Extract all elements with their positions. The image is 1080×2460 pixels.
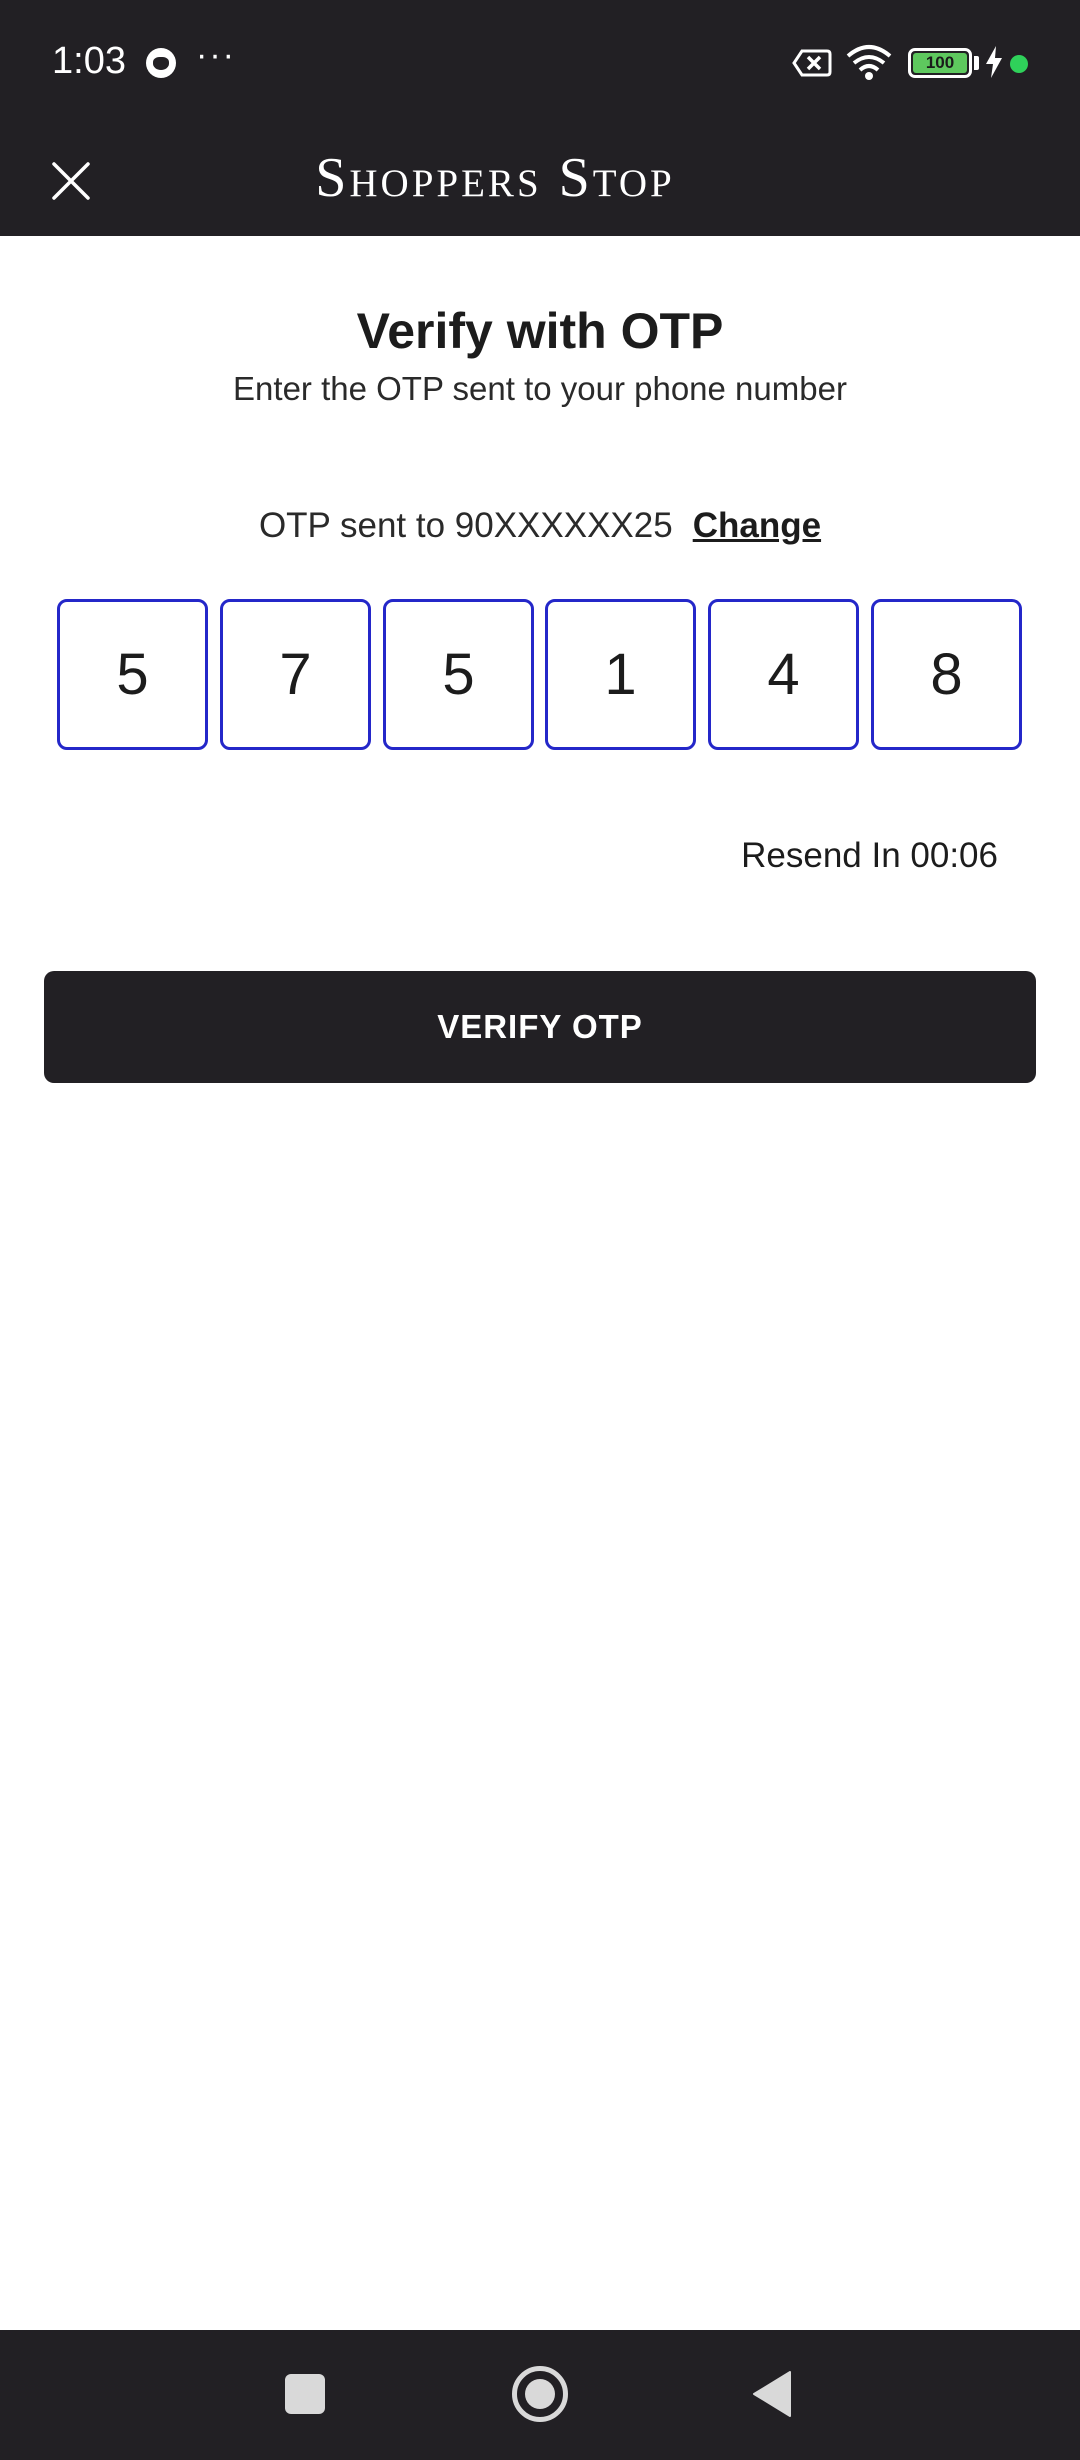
otp-sent-text: OTP sent to 90XXXXXX25: [258, 506, 673, 545]
wifi-icon: [846, 45, 892, 80]
cat-icon: [146, 48, 176, 78]
battery-level: 100: [913, 53, 967, 73]
change-number-link[interactable]: Change: [693, 506, 821, 545]
page-title: Verify with OTP: [356, 303, 724, 359]
resend-timer: Resend In 00:06: [741, 836, 998, 875]
battery-icon: 100: [908, 48, 972, 78]
charging-icon: [986, 46, 1002, 78]
verify-otp-button[interactable]: VERIFY OTP: [44, 971, 1036, 1083]
otp-digit-field-2[interactable]: 7: [220, 599, 371, 750]
otp-digit-field-5[interactable]: 4: [708, 599, 859, 750]
system-nav-bar: [0, 2330, 1080, 2460]
app-header: Shoppers Stop: [0, 128, 1080, 236]
otp-digit-field-6[interactable]: 8: [871, 599, 1022, 750]
otp-digit-field-3[interactable]: 5: [383, 599, 534, 750]
page-subtitle: Enter the OTP sent to your phone number: [233, 370, 847, 407]
active-dot-icon: [1010, 55, 1028, 73]
otp-sent-row: OTP sent to 90XXXXXX25 Change: [0, 506, 1080, 546]
recents-icon[interactable]: [285, 2374, 325, 2414]
status-time: 1:03: [52, 40, 126, 82]
more-notifications-icon: ···: [196, 36, 236, 74]
back-icon[interactable]: [752, 2370, 792, 2418]
home-icon[interactable]: [512, 2366, 568, 2422]
otp-digit-field-4[interactable]: 1: [545, 599, 696, 750]
sim-off-icon: [792, 49, 832, 77]
status-bar: 1:03 ··· 100: [0, 0, 1080, 128]
battery-tip: [974, 56, 979, 70]
brand-logo: Shoppers Stop: [315, 147, 675, 209]
otp-digit-field-1[interactable]: 5: [57, 599, 208, 750]
otp-input-group: 5 7 5 1 4 8: [57, 599, 1023, 750]
